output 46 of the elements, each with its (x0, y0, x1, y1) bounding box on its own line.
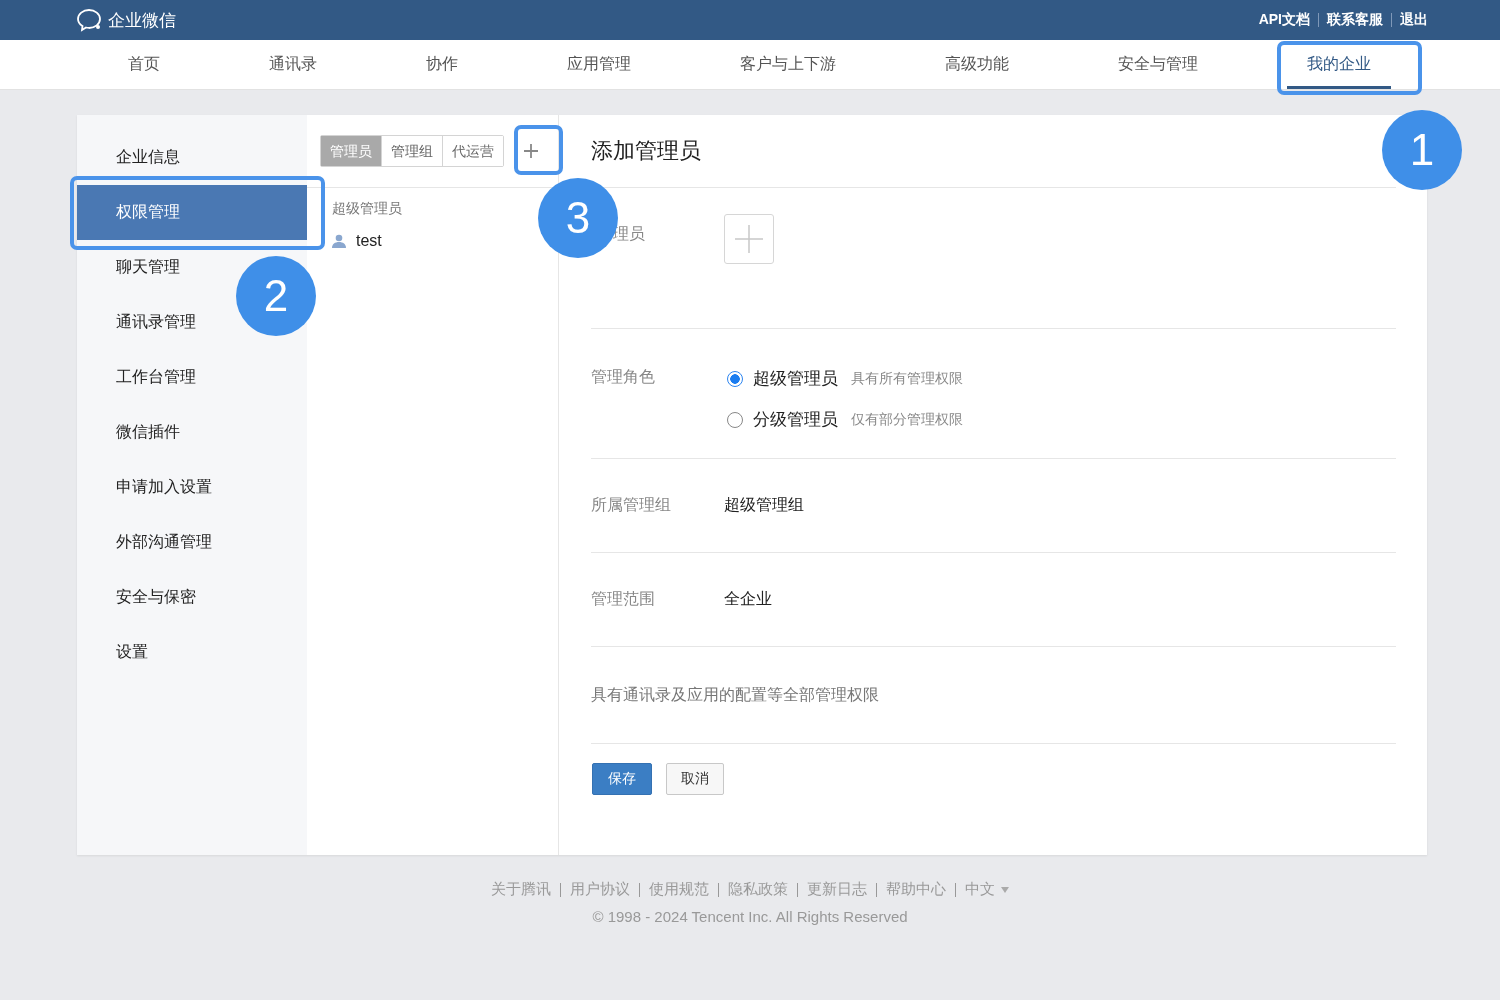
copyright-text: © 1998 - 2024 Tencent Inc. All Rights Reserved (592, 908, 908, 925)
save-button[interactable]: 保存 (592, 763, 652, 795)
role-description: 具有所有管理权限 (851, 369, 963, 388)
sidebar-item[interactable]: 工作台管理 (77, 350, 196, 405)
person-icon (332, 234, 346, 248)
sidebar-item[interactable]: 外部沟通管理 (77, 515, 212, 570)
sidebar-item[interactable]: 企业信息 (77, 130, 180, 185)
radio-button[interactable] (727, 370, 743, 387)
nav-tab[interactable]: 我的企业 (1287, 40, 1391, 89)
sidebar-item[interactable]: 通讯录管理 (77, 295, 196, 350)
nav-tab[interactable]: 高级功能 (925, 40, 1029, 89)
nav-tab[interactable]: 应用管理 (547, 40, 651, 89)
field-label: 管理范围 (591, 589, 656, 609)
permission-description: 具有通讯录及应用的配置等全部管理权限 (591, 684, 879, 705)
sidebar-item[interactable]: 安全与保密 (77, 570, 196, 625)
role-name: 超级管理员 (753, 368, 838, 390)
field-value: 全企业 (724, 589, 772, 609)
group-title: 超级管理员 (332, 200, 403, 218)
sidebar-item[interactable]: 权限管理 (77, 185, 307, 240)
segment-tab[interactable]: 代运营 (442, 136, 503, 166)
header-link[interactable]: 联系客服 (1327, 11, 1383, 29)
plus-icon (735, 225, 763, 253)
sidebar-item[interactable]: 聊天管理 (77, 240, 180, 295)
member-name[interactable]: test (356, 232, 382, 250)
sidebar-item[interactable]: 设置 (77, 625, 148, 680)
chat-bubble-icon (76, 8, 104, 32)
role-description: 仅有部分管理权限 (851, 410, 963, 429)
nav-tab[interactable]: 协作 (406, 40, 478, 89)
nav-tab[interactable]: 通讯录 (249, 40, 337, 89)
header-link[interactable]: API文档 (1258, 11, 1310, 29)
field-label: 管理角色 (591, 367, 656, 387)
header-link[interactable]: 退出 (1400, 11, 1428, 29)
nav-tab[interactable]: 安全与管理 (1098, 40, 1218, 89)
logo-text: 企业微信 (108, 9, 176, 32)
nav-tab[interactable]: 客户与上下游 (720, 40, 856, 89)
step-badge: 1 (1382, 110, 1462, 190)
field-label: 所属管理组 (591, 495, 672, 515)
field-value: 超级管理组 (724, 495, 804, 515)
sidebar-item[interactable]: 申请加入设置 (77, 460, 212, 515)
highlight-frame (514, 125, 563, 175)
role-name: 分级管理员 (753, 409, 838, 431)
nav-tab[interactable]: 首页 (108, 40, 180, 89)
sidebar-item[interactable]: 微信插件 (77, 405, 180, 460)
add-icon[interactable] (523, 143, 539, 159)
caret-icon (1001, 886, 1009, 893)
cancel-button[interactable]: 取消 (666, 763, 724, 795)
